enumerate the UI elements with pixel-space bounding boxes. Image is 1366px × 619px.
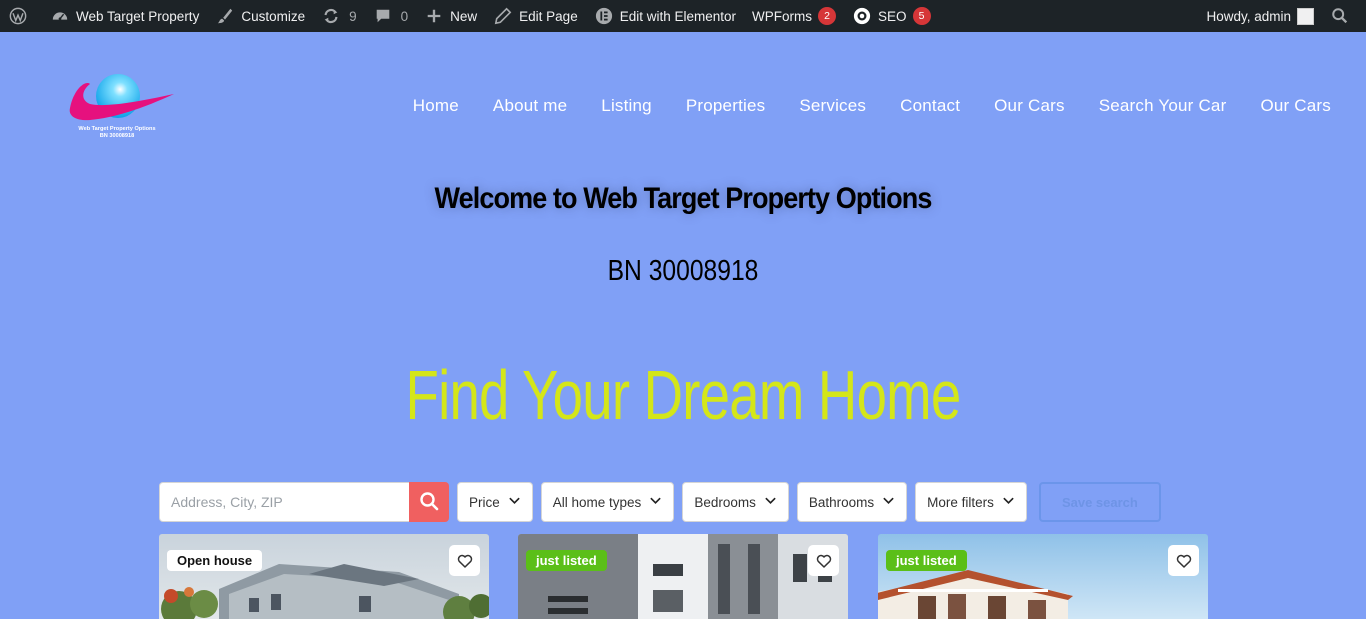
home-type-filter[interactable]: All home types [540, 482, 675, 522]
search-group [159, 482, 449, 522]
listing-card[interactable]: just listed [518, 534, 848, 619]
heart-icon [457, 554, 472, 568]
comments-link[interactable]: 0 [365, 0, 417, 32]
bedrooms-filter[interactable]: Bedrooms [682, 482, 789, 522]
bathrooms-filter-label: Bathrooms [808, 494, 875, 510]
site-name-label: Web Target Property [76, 8, 200, 24]
dashboard-icon [50, 6, 70, 26]
wpforms-label: WPForms [752, 8, 813, 24]
elementor-link[interactable]: Edit with Elementor [586, 0, 744, 32]
bathrooms-filter[interactable]: Bathrooms [796, 482, 908, 522]
elementor-icon [594, 6, 614, 26]
my-account-menu[interactable]: Howdy, admin [1198, 0, 1322, 32]
comments-count: 0 [400, 8, 409, 24]
favorite-button[interactable] [1168, 545, 1199, 576]
more-filters-label: More filters [927, 494, 994, 510]
plus-icon [424, 6, 444, 26]
more-filters[interactable]: More filters [915, 482, 1027, 522]
favorite-button[interactable] [449, 545, 480, 576]
nav-about-me[interactable]: About me [493, 96, 567, 116]
updates-icon [321, 6, 341, 26]
listing-status-badge: Open house [167, 550, 263, 571]
listing-card[interactable]: Open house [159, 534, 489, 619]
favorite-button[interactable] [808, 545, 839, 576]
logo-text-line1: Web Target Property Options [78, 126, 155, 132]
address-search-input[interactable] [159, 482, 409, 522]
nav-services[interactable]: Services [799, 96, 866, 116]
nav-contact[interactable]: Contact [900, 96, 960, 116]
nav-properties[interactable]: Properties [686, 96, 765, 116]
chevron-down-icon [1002, 494, 1015, 510]
admin-bar: Web Target Property Customize 9 0 New Ed… [0, 0, 1366, 32]
howdy-label: Howdy, admin [1206, 8, 1291, 24]
home-type-filter-label: All home types [552, 494, 642, 510]
edit-page-label: Edit Page [519, 8, 578, 24]
property-search-bar: Price All home types Bedrooms Bathrooms … [159, 482, 1161, 522]
site-logo[interactable]: Web Target Property Options BN 30008918 [68, 70, 178, 142]
listing-status-badge: just listed [886, 550, 967, 571]
comment-icon [373, 6, 393, 26]
listing-photo [878, 534, 1208, 619]
customize-link[interactable]: Customize [207, 0, 313, 32]
edit-page-link[interactable]: Edit Page [485, 0, 586, 32]
seo-badge: 5 [912, 7, 931, 25]
updates-count: 9 [349, 8, 357, 24]
listing-photo [518, 534, 848, 619]
heart-icon [1176, 554, 1191, 568]
price-filter[interactable]: Price [457, 482, 533, 522]
elementor-label: Edit with Elementor [619, 8, 737, 24]
nav-listing[interactable]: Listing [601, 96, 652, 116]
seo-gear-icon [852, 6, 872, 26]
admin-search-button[interactable] [1322, 0, 1366, 32]
listing-card[interactable]: just listed [878, 534, 1208, 619]
logo-text-line2: BN 30008918 [100, 133, 135, 139]
business-number: BN 30008918 [607, 255, 759, 287]
avatar [1297, 7, 1314, 25]
listing-status-badge: just listed [526, 550, 607, 571]
site-name-menu[interactable]: Web Target Property [42, 0, 207, 32]
updates-link[interactable]: 9 [313, 0, 365, 32]
search-button[interactable] [409, 482, 449, 522]
chevron-down-icon [764, 494, 777, 510]
nav-home[interactable]: Home [413, 96, 459, 116]
customize-label: Customize [241, 8, 306, 24]
new-content-menu[interactable]: New [416, 0, 485, 32]
price-filter-label: Price [469, 494, 500, 510]
save-search-button[interactable]: Save search [1038, 482, 1161, 522]
chevron-down-icon [649, 494, 662, 510]
nav-our-cars[interactable]: Our Cars [994, 96, 1065, 116]
listing-photo [159, 534, 489, 619]
admin-bar-right: Howdy, admin [1198, 0, 1366, 32]
wordpress-icon [8, 6, 28, 26]
wpforms-menu[interactable]: WPForms 2 [744, 0, 844, 32]
chevron-down-icon [508, 494, 521, 510]
seo-menu[interactable]: SEO 5 [844, 0, 939, 32]
nav-search-your-car[interactable]: Search Your Car [1099, 96, 1227, 116]
heart-icon [816, 554, 831, 568]
bedrooms-filter-label: Bedrooms [694, 494, 756, 510]
main-nav: Home About me Listing Properties Service… [413, 96, 1331, 116]
pencil-icon [493, 6, 513, 26]
nav-our-cars-2[interactable]: Our Cars [1260, 96, 1331, 116]
chevron-down-icon [882, 494, 895, 510]
seo-label: SEO [878, 8, 907, 24]
search-icon [1330, 6, 1350, 26]
new-label: New [450, 8, 478, 24]
wpforms-badge: 2 [818, 7, 837, 25]
wp-logo-menu[interactable] [0, 0, 42, 32]
hero-headline: Find Your Dream Home [405, 356, 962, 434]
welcome-heading: Welcome to Web Target Property Options [434, 182, 933, 215]
search-icon [419, 491, 439, 514]
brush-icon [215, 6, 235, 26]
